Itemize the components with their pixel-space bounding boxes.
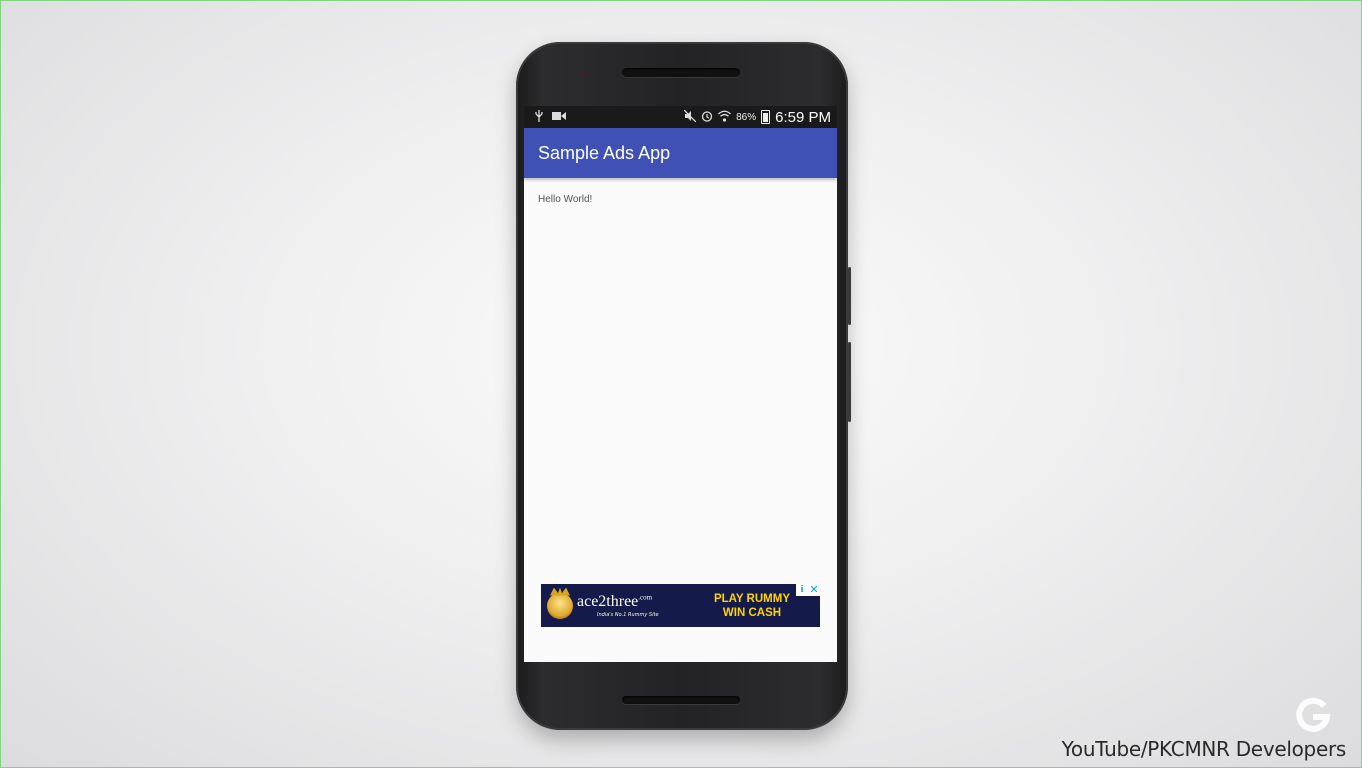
- ad-brand: ace2three.com India's No.1 Rummy Site: [577, 592, 659, 618]
- ad-brand-name: ace2three: [577, 592, 639, 610]
- wifi-icon: [718, 110, 732, 125]
- battery-icon: [761, 110, 771, 124]
- ad-logo: ace2three.com: [577, 592, 659, 610]
- main-content: Hello World!: [524, 178, 837, 221]
- ad-banner[interactable]: ace2three.com India's No.1 Rummy Site PL…: [541, 584, 820, 627]
- ad-choices: i ✕: [796, 584, 820, 596]
- video-credit: YouTube/PKCMNR Developers: [1061, 737, 1347, 761]
- phone-device: 86% 6:59 PM Sample Ads App Hello World! …: [516, 42, 851, 730]
- status-clock: 6:59 PM: [775, 108, 831, 126]
- alarm-icon: [701, 110, 713, 125]
- top-speaker: [622, 68, 740, 77]
- adchoices-info-icon[interactable]: i: [796, 584, 808, 596]
- ad-brand-suffix: .com: [638, 593, 653, 602]
- app-bar: Sample Ads App: [524, 128, 837, 178]
- usb-icon: [534, 109, 544, 125]
- mute-icon: [683, 109, 697, 125]
- phone-screen: 86% 6:59 PM Sample Ads App Hello World! …: [524, 106, 837, 662]
- google-g-icon: [1294, 696, 1332, 734]
- bottom-speaker: [622, 696, 740, 704]
- status-bar: 86% 6:59 PM: [524, 106, 837, 128]
- app-title: Sample Ads App: [538, 142, 671, 163]
- ad-mascot-icon: [547, 592, 573, 619]
- volume-button: [848, 267, 851, 325]
- ad-tagline: India's No.1 Rummy Site: [597, 611, 659, 618]
- ad-cta-line2: WIN CASH: [722, 606, 782, 619]
- ad-close-icon[interactable]: ✕: [808, 584, 820, 596]
- front-camera: [580, 71, 586, 77]
- ad-cta: PLAY RUMMY WIN CASH: [714, 592, 790, 620]
- video-icon: [552, 111, 566, 124]
- battery-percent: 86%: [736, 111, 757, 123]
- hello-world-text: Hello World!: [538, 194, 593, 205]
- power-button: [848, 342, 851, 422]
- ad-cta-line1: PLAY RUMMY: [713, 592, 790, 605]
